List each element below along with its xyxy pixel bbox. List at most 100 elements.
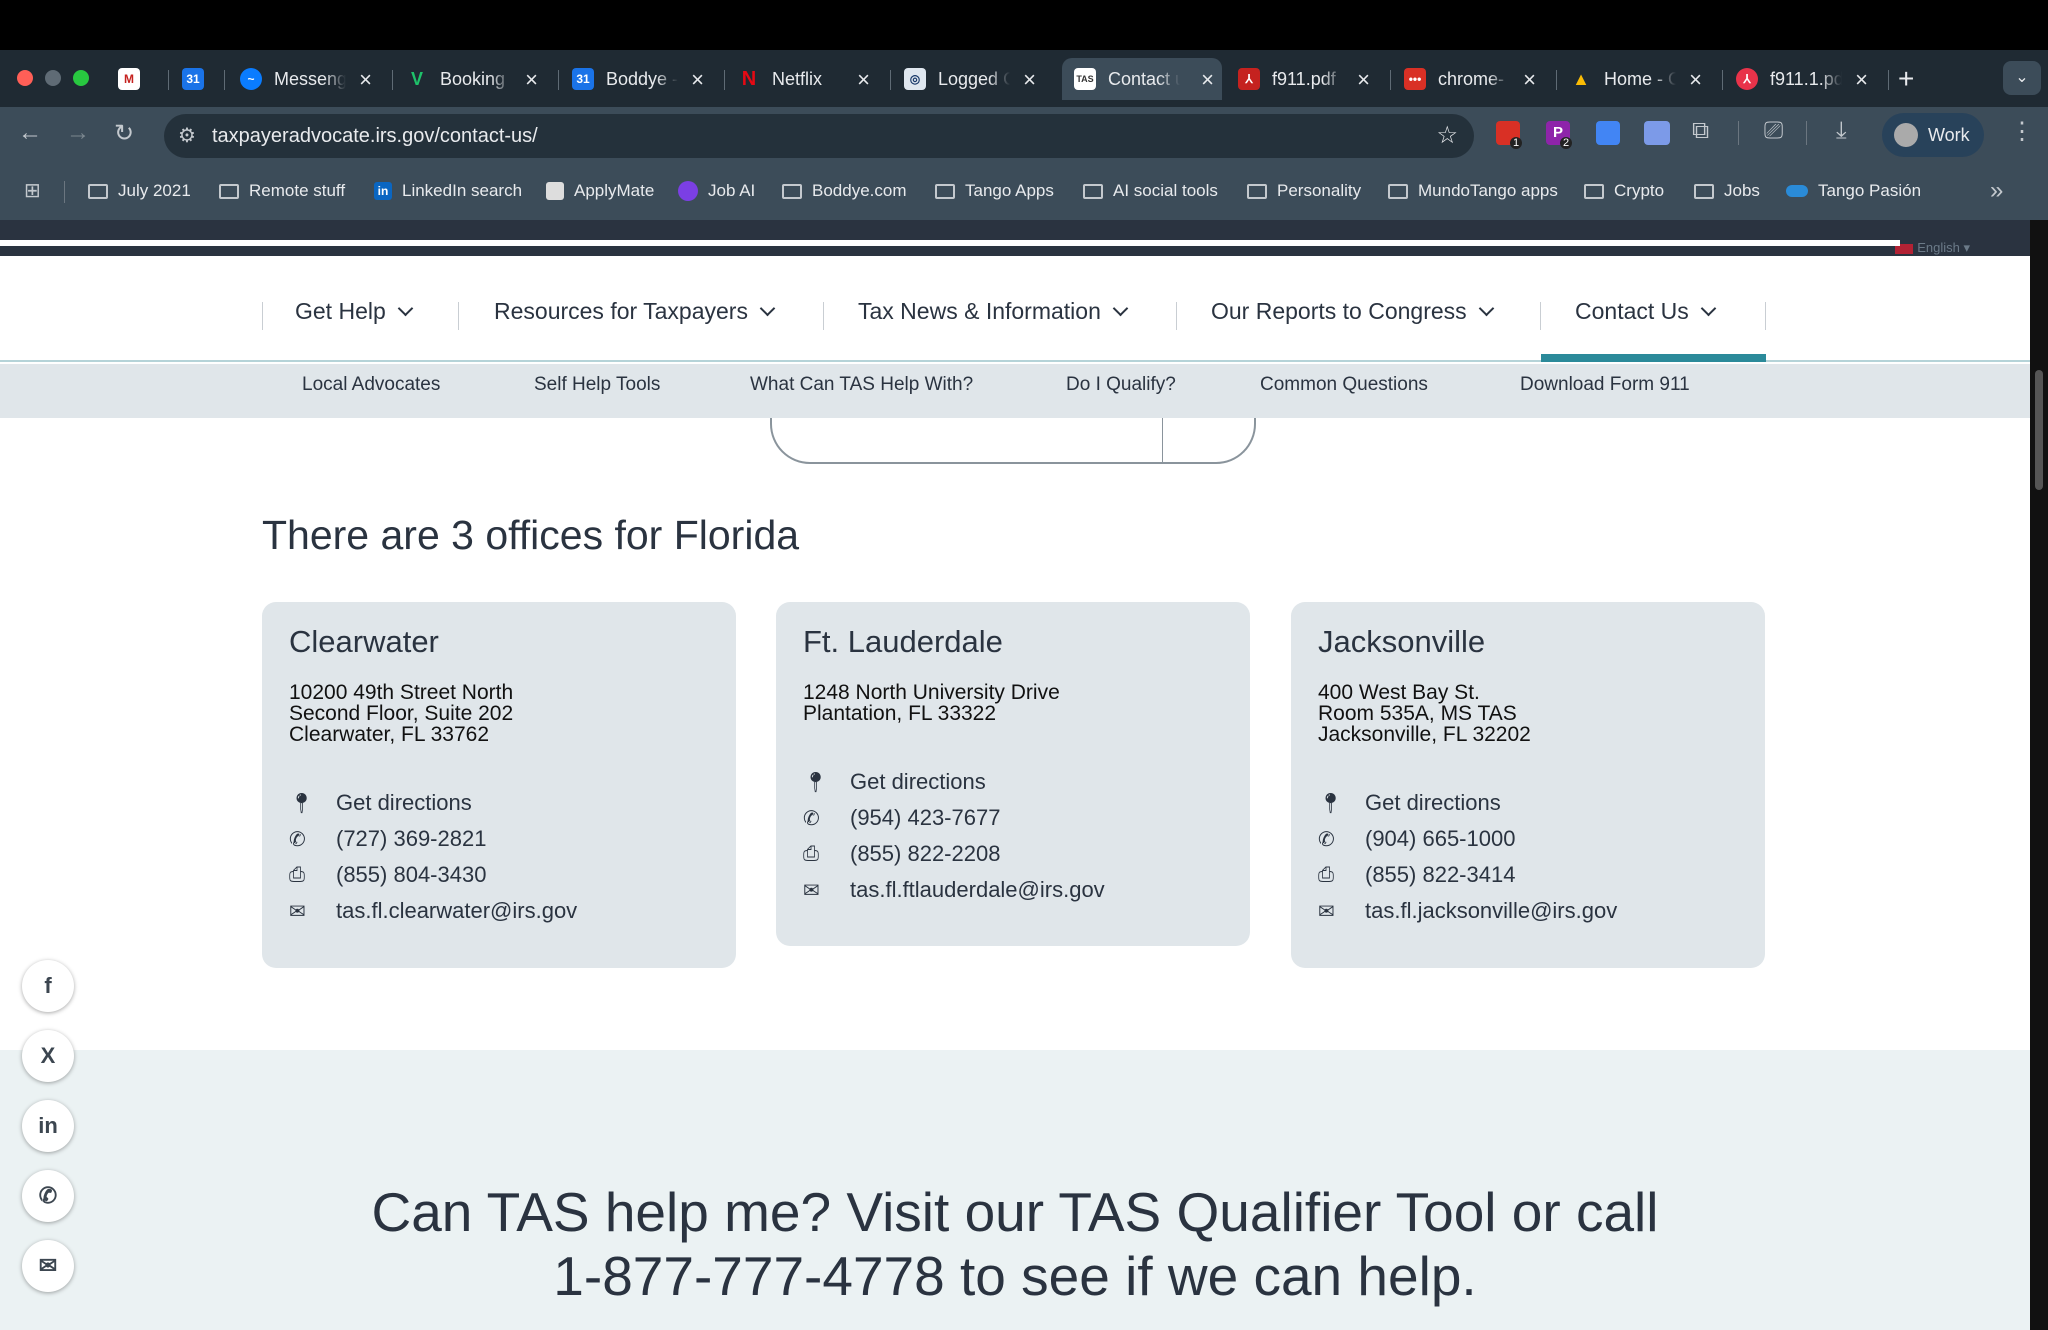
menu-kebab-icon[interactable]: ⋮ xyxy=(2010,117,2034,146)
search-divider xyxy=(1162,418,1163,464)
map-pin-icon: 📍︎ xyxy=(289,792,315,815)
subnav-do-i-qualify[interactable]: Do I Qualify? xyxy=(1066,374,1176,396)
tab-booking[interactable]: V Booking × xyxy=(406,58,546,100)
nav-get-help[interactable]: Get Help xyxy=(295,298,414,325)
tab-f911-pdf[interactable]: ⅄ f911.pdf × xyxy=(1238,58,1378,100)
phone-link[interactable]: ✆ (727) 369-2821 xyxy=(289,821,709,857)
forward-icon[interactable]: → xyxy=(66,119,90,147)
search-box[interactable] xyxy=(770,418,1256,464)
profile-button[interactable]: Work xyxy=(1882,113,1984,157)
share-facebook-button[interactable]: f xyxy=(22,960,74,1012)
share-linkedin-button[interactable]: in xyxy=(22,1100,74,1152)
subnav-local-advocates[interactable]: Local Advocates xyxy=(302,374,440,396)
minimize-window-button[interactable] xyxy=(45,70,61,86)
folder-icon xyxy=(1247,183,1267,199)
map-pin-icon: 📍︎ xyxy=(803,771,829,794)
reload-icon[interactable]: ↻ xyxy=(114,119,134,148)
apps-grid-icon[interactable]: ⊞ xyxy=(24,178,41,203)
tab-search-button[interactable]: ⌄ xyxy=(2003,61,2041,95)
x-icon: X xyxy=(40,1043,56,1068)
subnav-self-help-tools[interactable]: Self Help Tools xyxy=(534,374,660,396)
share-whatsapp-button[interactable]: ✆ xyxy=(22,1170,74,1222)
close-tab-icon[interactable]: × xyxy=(691,67,704,93)
tab-chrome[interactable]: ••• chrome- × xyxy=(1404,58,1544,100)
scrollbar[interactable] xyxy=(2030,220,2048,1330)
address-bar[interactable]: ⚙ taxpayeradvocate.irs.gov/contact-us/ ☆ xyxy=(164,114,1474,158)
close-tab-icon[interactable]: × xyxy=(1357,67,1370,93)
phone-icon: ✆ xyxy=(1318,828,1335,851)
get-directions-link[interactable]: 📍︎ Get directions xyxy=(289,785,709,821)
cast-icon[interactable]: ⎚ xyxy=(1764,117,1783,145)
translate-icon[interactable] xyxy=(1596,121,1620,145)
close-tab-icon[interactable]: × xyxy=(1855,67,1868,93)
bookmark-linkedin-search[interactable]: in LinkedIn search xyxy=(374,181,522,201)
share-email-button[interactable]: ✉ xyxy=(22,1240,74,1292)
bookmark-remote-stuff[interactable]: Remote stuff xyxy=(219,181,345,201)
tab-calendar[interactable]: 31 xyxy=(182,58,227,100)
nav-tax-news-information[interactable]: Tax News & Information xyxy=(858,298,1129,325)
get-directions-link[interactable]: 📍︎ Get directions xyxy=(1318,785,1738,821)
phone-link[interactable]: ✆ (954) 423-7677 xyxy=(803,800,1223,836)
nav-contact-us[interactable]: Contact Us xyxy=(1575,298,1717,325)
site-info-icon[interactable]: ⚙ xyxy=(178,123,196,148)
close-tab-icon[interactable]: × xyxy=(857,67,870,93)
bookmark-crypto[interactable]: Crypto xyxy=(1584,181,1664,201)
tab-netflix[interactable]: N Netflix × xyxy=(738,58,878,100)
email-link[interactable]: ✉ tas.fl.clearwater@irs.gov xyxy=(289,893,709,929)
chrome-icon: ••• xyxy=(1404,68,1426,90)
tab-drive-home[interactable]: ▲ Home - C × xyxy=(1570,58,1710,100)
bookmark-tango-apps[interactable]: Tango Apps xyxy=(935,181,1054,201)
tab-logged[interactable]: ◎ Logged C × xyxy=(904,58,1044,100)
close-window-button[interactable] xyxy=(17,70,33,86)
close-tab-icon[interactable]: × xyxy=(1201,67,1214,93)
subnav-download-form-911[interactable]: Download Form 911 xyxy=(1520,374,1690,396)
url-text[interactable]: taxpayeradvocate.irs.gov/contact-us/ xyxy=(212,125,538,148)
nav-resources-for-taxpayers[interactable]: Resources for Taxpayers xyxy=(494,298,776,325)
language-selector[interactable]: English ▾ xyxy=(1895,240,1970,256)
browser-chrome: M 31 ~ Messeng × V Booking × 31 Boddye - × N Ne… xyxy=(0,0,2048,220)
tab-contact-us[interactable]: TAS Contact u × xyxy=(1062,58,1222,100)
close-tab-icon[interactable]: × xyxy=(359,67,372,93)
bookmark-mundotango-apps[interactable]: MundoTango apps xyxy=(1388,181,1558,201)
subnav-common-questions[interactable]: Common Questions xyxy=(1260,374,1428,396)
close-tab-icon[interactable]: × xyxy=(525,67,538,93)
puzzle-icon[interactable]: ⧉ xyxy=(1692,117,1709,145)
share-x-button[interactable]: X xyxy=(22,1030,74,1082)
web-page: English ▾ Get Help Resources for Taxpaye… xyxy=(0,220,2030,1330)
tab-f911-1-pdf[interactable]: ⅄ f911.1.pd × xyxy=(1736,58,1876,100)
back-icon[interactable]: ← xyxy=(18,119,42,147)
scrollbar-thumb[interactable] xyxy=(2035,370,2043,490)
office-name: Ft. Lauderdale xyxy=(803,624,1003,659)
close-tab-icon[interactable]: × xyxy=(1023,67,1036,93)
new-tab-button[interactable]: + xyxy=(1898,58,1928,100)
tab-boddye[interactable]: 31 Boddye - × xyxy=(572,58,712,100)
phone-link[interactable]: ✆ (904) 665-1000 xyxy=(1318,821,1738,857)
toolbar: ← → ↻ ⚙ taxpayeradvocate.irs.gov/contact… xyxy=(0,107,2048,165)
close-tab-icon[interactable]: × xyxy=(1523,67,1536,93)
maximize-window-button[interactable] xyxy=(73,70,89,86)
more-bookmarks-icon[interactable]: » xyxy=(1990,177,2003,205)
bookmark-ai-social-tools[interactable]: AI social tools xyxy=(1083,181,1218,201)
office-card-clearwater: Clearwater 10200 49th Street North Secon… xyxy=(262,602,736,968)
tab-messenger[interactable]: ~ Messeng × xyxy=(240,58,380,100)
nav-reports-to-congress[interactable]: Our Reports to Congress xyxy=(1211,298,1494,325)
tab-gmail[interactable]: M xyxy=(118,58,170,100)
bookmark-tango-pasion[interactable]: Tango Pasión xyxy=(1786,181,1921,201)
close-tab-icon[interactable]: × xyxy=(1689,67,1702,93)
email-link[interactable]: ✉ tas.fl.jacksonville@irs.gov xyxy=(1318,893,1738,929)
extension-people-icon[interactable] xyxy=(1644,121,1670,145)
bookmark-job-ai[interactable]: Job AI xyxy=(678,181,755,201)
bookmark-personality[interactable]: Personality xyxy=(1247,181,1361,201)
bookmark-applymate[interactable]: ApplyMate xyxy=(546,181,654,201)
cloud-icon xyxy=(1786,185,1808,197)
bookmark-jobs[interactable]: Jobs xyxy=(1694,181,1760,201)
linkedin-icon: in xyxy=(374,182,392,200)
linkedin-icon: in xyxy=(38,1113,58,1138)
bookmark-july-2021[interactable]: July 2021 xyxy=(88,181,191,201)
get-directions-link[interactable]: 📍︎ Get directions xyxy=(803,764,1223,800)
bookmark-boddye[interactable]: Boddye.com xyxy=(782,181,907,201)
subnav-what-can-tas-help-with[interactable]: What Can TAS Help With? xyxy=(750,374,973,396)
bookmark-star-icon[interactable]: ☆ xyxy=(1436,121,1458,150)
email-link[interactable]: ✉ tas.fl.ftlauderdale@irs.gov xyxy=(803,872,1223,908)
download-icon[interactable]: ⤓ xyxy=(1836,117,1847,145)
